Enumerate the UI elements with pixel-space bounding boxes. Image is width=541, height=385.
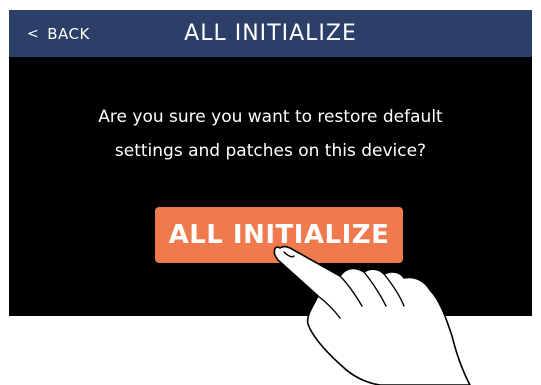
message-line-1: Are you sure you want to restore default <box>98 107 443 127</box>
confirmation-message: Are you sure you want to restore default… <box>49 100 492 168</box>
back-label: BACK <box>47 25 90 43</box>
all-initialize-button[interactable]: ALL INITIALIZE <box>155 207 403 263</box>
header-bar: < BACK ALL INITIALIZE <box>9 10 532 57</box>
device-screen: < BACK ALL INITIALIZE Are you sure you w… <box>9 10 532 316</box>
back-button[interactable]: < BACK <box>27 21 90 47</box>
chevron-left-icon: < <box>27 26 40 42</box>
message-line-2: settings and patches on this device? <box>114 141 427 161</box>
